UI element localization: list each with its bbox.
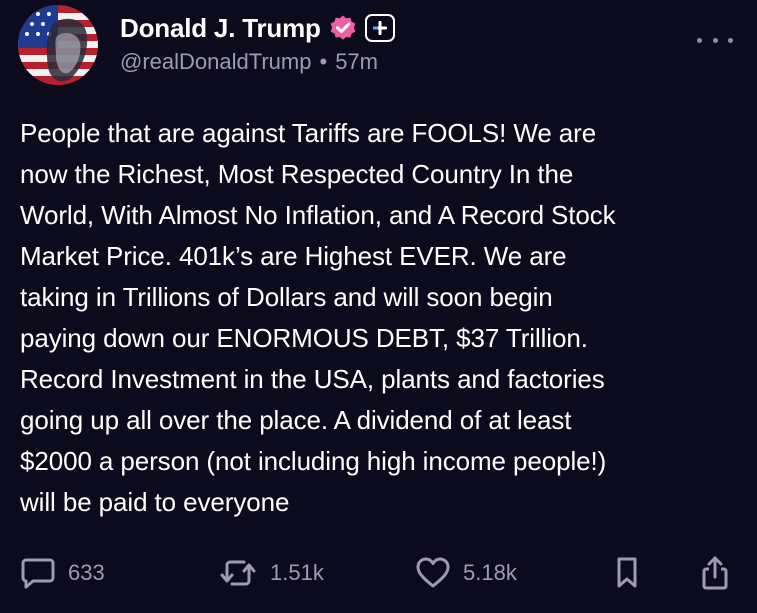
reply-button[interactable]: 633 [20,553,105,593]
reply-count: 633 [68,560,105,585]
share-icon [702,556,728,590]
bookmark-icon [617,557,637,588]
author-row: Donald J. Trump [120,11,395,45]
ellipsis-icon [697,37,702,43]
avatar[interactable] [18,5,98,85]
share-button[interactable] [700,553,730,593]
author-handle[interactable]: @realDonaldTrump [120,49,311,75]
retruth-count: 1.51k [270,560,324,585]
post-text: People that are against Tariffs are FOOL… [20,118,616,517]
verified-badge-icon [329,14,357,42]
author-display-name[interactable]: Donald J. Trump [120,13,321,44]
avatar-image [18,5,98,85]
more-options-button[interactable] [697,30,733,50]
retruth-icon [220,560,256,586]
add-plus-icon[interactable] [364,14,395,42]
meta-separator: • [319,49,328,74]
bookmark-button[interactable] [614,553,640,593]
post-timestamp[interactable]: 57m [335,49,378,75]
like-button[interactable]: 5.18k [415,553,517,593]
retruth-button[interactable]: 1.51k [218,553,324,593]
post-meta: @realDonaldTrump • 57m [120,49,378,75]
heart-icon [416,557,450,588]
post-card: Donald J. Trump @realDonaldTrump • 57m P… [0,0,757,613]
like-count: 5.18k [463,560,517,585]
action-bar: 633 1.51k 5.18k [0,553,757,593]
reply-icon [21,558,55,589]
